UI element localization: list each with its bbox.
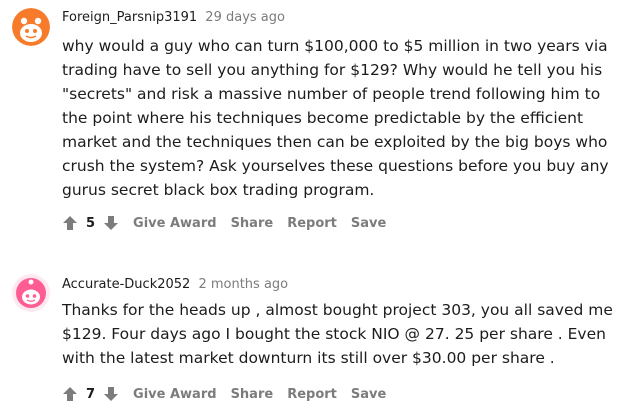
share-button[interactable]: Share — [231, 216, 274, 231]
author-name[interactable]: Foreign_Parsnip3191 — [62, 10, 197, 25]
comment-line: gurus secret black box trading program. — [62, 181, 375, 199]
comment-line: trading have to sell you anything for $1… — [62, 61, 603, 79]
vote-score: 7 — [86, 386, 96, 402]
timestamp[interactable]: 2 months ago — [198, 277, 288, 292]
downvote-icon[interactable] — [103, 215, 119, 231]
comment-body: Thanks for the heads up , almost bought … — [62, 298, 632, 370]
downvote-icon[interactable] — [103, 386, 119, 402]
vote-score: 5 — [86, 215, 96, 231]
comment-line: with the latest market downturn its stil… — [62, 349, 555, 367]
give-award-button[interactable]: Give Award — [133, 216, 217, 231]
author-name[interactable]: Accurate-Duck2052 — [62, 277, 190, 292]
upvote-icon[interactable] — [62, 386, 78, 402]
comment-header: Foreign_Parsnip3191 29 days ago — [62, 9, 285, 27]
comment-header: Accurate-Duck2052 2 months ago — [62, 276, 288, 294]
comment-line: $129. Four days ago I bought the stock N… — [62, 325, 606, 343]
comment-line: why would a guy who can turn $100,000 to… — [62, 37, 608, 55]
save-button[interactable]: Save — [351, 387, 386, 402]
share-button[interactable]: Share — [231, 387, 274, 402]
report-button[interactable]: Report — [287, 387, 337, 402]
comment-line: Thanks for the heads up , almost bought … — [62, 301, 613, 319]
timestamp[interactable]: 29 days ago — [205, 10, 285, 25]
report-button[interactable]: Report — [287, 216, 337, 231]
comment-line: market and the techniques then can be ex… — [62, 133, 608, 151]
orange-snoo-avatar-icon[interactable] — [12, 8, 50, 46]
comment-line: "secrets" and risk a massive number of p… — [62, 85, 601, 103]
comment-actions: 5 Give Award Share Report Save — [62, 213, 386, 233]
pink-snoo-avatar-icon[interactable] — [12, 274, 50, 312]
comment-body: why would a guy who can turn $100,000 to… — [62, 34, 632, 202]
save-button[interactable]: Save — [351, 216, 386, 231]
comment-line: the point where his techniques become pr… — [62, 109, 584, 127]
give-award-button[interactable]: Give Award — [133, 387, 217, 402]
comment-line: crush the system? Ask yourselves these q… — [62, 157, 609, 175]
comment-actions: 7 Give Award Share Report Save — [62, 384, 386, 404]
upvote-icon[interactable] — [62, 215, 78, 231]
